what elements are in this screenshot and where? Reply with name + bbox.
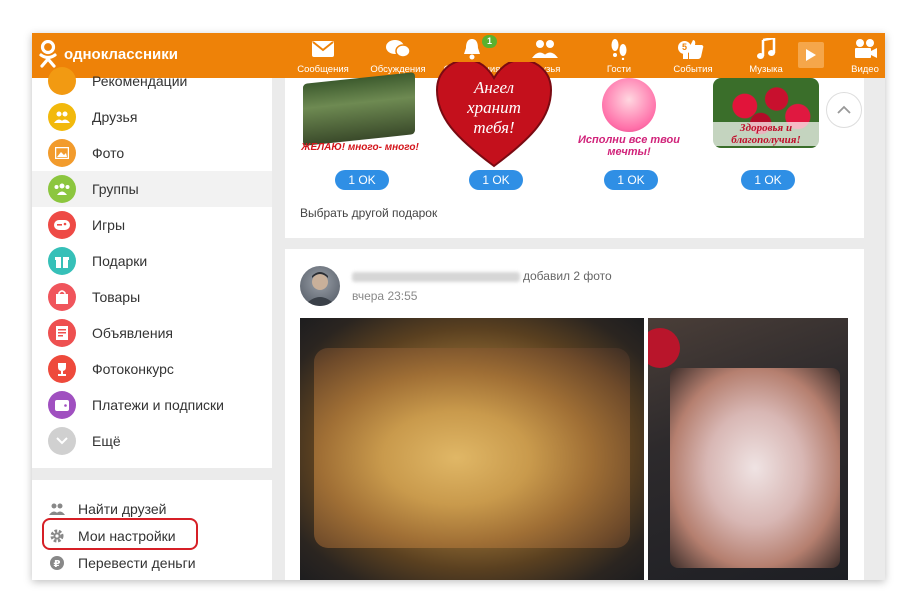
sidebar-item-goods[interactable]: Товары	[32, 279, 272, 315]
star-icon	[48, 67, 76, 95]
browser-viewport: одноклассники Сообщения Обсуждения Опове…	[32, 33, 885, 580]
sidebar-item-payments[interactable]: Платежи и подписки	[32, 387, 272, 423]
nav-label: Музыка	[749, 64, 783, 75]
feed-post: добавил 2 фото вчера 23:55	[285, 249, 864, 580]
gamepad-icon	[48, 211, 76, 239]
gift-send-button[interactable]: 1 OK	[469, 170, 523, 190]
sidebar-item-label: Рекомендации	[92, 73, 188, 89]
post-author-line: добавил 2 фото	[352, 269, 612, 283]
sidebar-item-label: Друзья	[92, 109, 138, 125]
sidebar-item-groups[interactable]: Группы	[32, 171, 272, 207]
sidebar-item-label: Игры	[92, 217, 126, 233]
nav-video[interactable]: Видео	[848, 37, 882, 75]
nav-guests[interactable]: Гости	[604, 37, 634, 75]
sidebar-item-more[interactable]: Ещё	[32, 423, 272, 459]
link-label: Найти друзей	[78, 501, 167, 517]
footprints-icon	[604, 37, 634, 61]
thumbs-up-icon	[669, 37, 717, 61]
gift-fairy[interactable]: Исполни все твои мечты! 1 OK	[568, 78, 690, 198]
scroll-to-top-button[interactable]	[826, 92, 862, 128]
chat-bubbles-icon	[368, 37, 428, 61]
sidebar-item-friends[interactable]: Друзья	[32, 99, 272, 135]
nav-discussions[interactable]: Обсуждения	[368, 37, 428, 75]
nav-label: События	[673, 64, 713, 75]
ruble-icon: ₽	[48, 555, 66, 571]
settings-highlight-frame	[42, 518, 198, 550]
logo-text: одноклассники	[64, 45, 178, 63]
friends-icon	[48, 103, 76, 131]
gift-send-button[interactable]: 1 OK	[604, 170, 658, 190]
svg-text:₽: ₽	[54, 559, 61, 570]
sidebar-item-label: Фотоконкурс	[92, 361, 174, 377]
wallet-icon	[48, 391, 76, 419]
sidebar-item-recommendations[interactable]: Рекомендации	[32, 63, 272, 99]
gift-money[interactable]: ЖЕЛАЮ! много- много! 1 OK	[299, 72, 421, 198]
baked-dish-image	[314, 348, 630, 548]
gift-caption: ЖЕЛАЮ! много- много!	[301, 142, 419, 153]
play-video-icon[interactable]	[798, 42, 824, 68]
sidebar-item-label: Объявления	[92, 325, 173, 341]
transfer-money-link[interactable]: ₽ Перевести деньги	[48, 552, 196, 574]
gift-send-button[interactable]: 1 OK	[335, 170, 389, 190]
choose-other-gift-link[interactable]: Выбрать другой подарок	[300, 206, 437, 220]
sidebar-item-label: Товары	[92, 289, 141, 305]
sidebar-menu: Рекомендации Друзья Фото Группы Игры Под…	[32, 67, 272, 468]
money-image	[303, 72, 415, 146]
envelope-icon	[294, 37, 352, 61]
sidebar-item-label: Ещё	[92, 433, 121, 449]
groups-icon	[48, 175, 76, 203]
sidebar-item-photo[interactable]: Фото	[32, 135, 272, 171]
post-photo-1[interactable]	[300, 318, 644, 580]
gift-caption: Ангел хранит тебя!	[467, 78, 521, 137]
gift-caption: Исполни все твои мечты!	[578, 134, 680, 158]
avatar[interactable]	[300, 266, 340, 306]
sidebar-item-ads[interactable]: Объявления	[32, 315, 272, 351]
nav-label: Сообщения	[297, 64, 349, 75]
nav-label: Гости	[606, 64, 632, 75]
ads-board-icon	[48, 319, 76, 347]
gift-caption: Здоровья и благополучия!	[705, 122, 827, 146]
chevron-down-icon	[48, 427, 76, 455]
photo-icon	[48, 139, 76, 167]
shopping-bag-icon	[48, 283, 76, 311]
red-ornament	[648, 328, 680, 368]
gifts-card: ЖЕЛАЮ! много- много! 1 OK Ангел хранит т…	[285, 62, 864, 238]
sidebar-item-label: Подарки	[92, 253, 148, 269]
trophy-icon	[48, 355, 76, 383]
music-note-icon	[746, 37, 786, 61]
sidebar-item-label: Платежи и подписки	[92, 397, 224, 413]
nav-events[interactable]: События 5	[669, 37, 717, 75]
friends-icon	[525, 37, 565, 61]
people-icon	[48, 503, 66, 515]
notification-count-badge: 1	[482, 35, 498, 48]
sidebar-item-label: Группы	[92, 181, 139, 197]
fairy-image	[602, 78, 656, 132]
sidebar-item-games[interactable]: Игры	[32, 207, 272, 243]
events-count-badge: 5	[678, 41, 691, 54]
gift-roses[interactable]: Здоровья и благополучия! 1 OK	[705, 78, 827, 198]
gift-angel-heart[interactable]: Ангел хранит тебя! 1 OK	[433, 62, 555, 198]
author-name-blurred[interactable]	[352, 271, 520, 282]
gift-send-button[interactable]: 1 OK	[741, 170, 795, 190]
sidebar-item-photo-contest[interactable]: Фотоконкурс	[32, 351, 272, 387]
link-label: Перевести деньги	[78, 555, 196, 571]
post-photo-2[interactable]	[648, 318, 848, 580]
nav-messages[interactable]: Сообщения	[294, 37, 352, 75]
find-friends-link[interactable]: Найти друзей	[48, 498, 167, 520]
video-camera-icon	[848, 37, 882, 61]
meat-tray-image	[670, 368, 840, 568]
nav-label: Видео	[851, 64, 879, 75]
post-action: добавил 2 фото	[523, 269, 612, 283]
post-time[interactable]: вчера 23:55	[352, 289, 417, 303]
chevron-up-icon	[837, 101, 851, 119]
sidebar-item-gifts[interactable]: Подарки	[32, 243, 272, 279]
gift-icon	[48, 247, 76, 275]
sidebar-item-label: Фото	[92, 145, 125, 161]
nav-music[interactable]: Музыка	[746, 37, 786, 75]
